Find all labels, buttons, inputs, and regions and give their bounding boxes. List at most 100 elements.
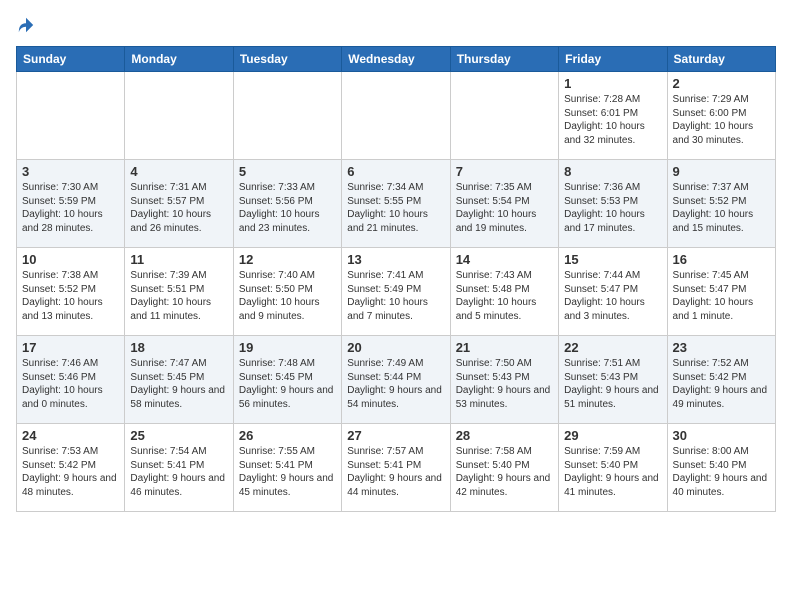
- calendar-cell: 18 Sunrise: 7:47 AM Sunset: 5:45 PM Dayli…: [125, 336, 233, 424]
- day-info: Sunrise: 7:47 AM Sunset: 5:45 PM Dayligh…: [130, 357, 227, 411]
- week-row-1: 3 Sunrise: 7:30 AM Sunset: 5:59 PM Daylig…: [17, 160, 776, 248]
- day-info: Sunrise: 7:33 AM Sunset: 5:56 PM Dayligh…: [239, 181, 336, 235]
- calendar-cell: [450, 72, 558, 160]
- day-info: Sunrise: 7:34 AM Sunset: 5:55 PM Dayligh…: [347, 181, 444, 235]
- logo-icon: [17, 16, 35, 34]
- day-info: Sunrise: 7:55 AM Sunset: 5:41 PM Dayligh…: [239, 445, 336, 499]
- day-number: 18: [130, 340, 227, 355]
- day-number: 17: [22, 340, 119, 355]
- weekday-header-monday: Monday: [125, 47, 233, 72]
- day-info: Sunrise: 7:50 AM Sunset: 5:43 PM Dayligh…: [456, 357, 553, 411]
- calendar-cell: 12Sunrise: 7:40 AM Sunset: 5:50 PM Dayli…: [233, 248, 341, 336]
- day-info: Sunrise: 7:35 AM Sunset: 5:54 PM Dayligh…: [456, 181, 553, 235]
- day-number: 6: [347, 164, 444, 179]
- calendar-cell: 25 Sunrise: 7:54 AM Sunset: 5:41 PM Dayli…: [125, 424, 233, 512]
- day-number: 4: [130, 164, 227, 179]
- calendar-cell: 30 Sunrise: 8:00 AM Sunset: 5:40 PM Dayli…: [667, 424, 775, 512]
- calendar-cell: 11 Sunrise: 7:39 AM Sunset: 5:51 PM Dayli…: [125, 248, 233, 336]
- calendar-cell: 29Sunrise: 7:59 AM Sunset: 5:40 PM Dayli…: [559, 424, 667, 512]
- day-info: Sunrise: 8:00 AM Sunset: 5:40 PM Dayligh…: [673, 445, 770, 499]
- day-info: Sunrise: 7:36 AM Sunset: 5:53 PM Dayligh…: [564, 181, 661, 235]
- day-info: Sunrise: 7:39 AM Sunset: 5:51 PM Dayligh…: [130, 269, 227, 323]
- day-number: 28: [456, 428, 553, 443]
- day-number: 27: [347, 428, 444, 443]
- logo: [16, 16, 36, 34]
- calendar-cell: [125, 72, 233, 160]
- page-header: [16, 16, 776, 34]
- calendar-cell: 3 Sunrise: 7:30 AM Sunset: 5:59 PM Daylig…: [17, 160, 125, 248]
- weekday-header-friday: Friday: [559, 47, 667, 72]
- calendar-cell: 19 Sunrise: 7:48 AM Sunset: 5:45 PM Dayli…: [233, 336, 341, 424]
- day-info: Sunrise: 7:46 AM Sunset: 5:46 PM Dayligh…: [22, 357, 119, 411]
- weekday-header-saturday: Saturday: [667, 47, 775, 72]
- calendar-cell: 8 Sunrise: 7:36 AM Sunset: 5:53 PM Daylig…: [559, 160, 667, 248]
- calendar-cell: 4Sunrise: 7:31 AM Sunset: 5:57 PM Daylig…: [125, 160, 233, 248]
- calendar-cell: 1 Sunrise: 7:28 AM Sunset: 6:01 PM Daylig…: [559, 72, 667, 160]
- day-number: 12: [239, 252, 336, 267]
- day-info: Sunrise: 7:59 AM Sunset: 5:40 PM Dayligh…: [564, 445, 661, 499]
- day-info: Sunrise: 7:49 AM Sunset: 5:44 PM Dayligh…: [347, 357, 444, 411]
- day-number: 22: [564, 340, 661, 355]
- day-info: Sunrise: 7:43 AM Sunset: 5:48 PM Dayligh…: [456, 269, 553, 323]
- day-number: 3: [22, 164, 119, 179]
- day-number: 7: [456, 164, 553, 179]
- day-number: 26: [239, 428, 336, 443]
- day-info: Sunrise: 7:30 AM Sunset: 5:59 PM Dayligh…: [22, 181, 119, 235]
- day-number: 24: [22, 428, 119, 443]
- calendar-cell: 2 Sunrise: 7:29 AM Sunset: 6:00 PM Daylig…: [667, 72, 775, 160]
- day-number: 16: [673, 252, 770, 267]
- day-info: Sunrise: 7:38 AM Sunset: 5:52 PM Dayligh…: [22, 269, 119, 323]
- day-number: 21: [456, 340, 553, 355]
- calendar-cell: 23Sunrise: 7:52 AM Sunset: 5:42 PM Dayli…: [667, 336, 775, 424]
- day-number: 9: [673, 164, 770, 179]
- calendar-cell: 26 Sunrise: 7:55 AM Sunset: 5:41 PM Dayli…: [233, 424, 341, 512]
- calendar-cell: 7 Sunrise: 7:35 AM Sunset: 5:54 PM Daylig…: [450, 160, 558, 248]
- day-number: 23: [673, 340, 770, 355]
- day-info: Sunrise: 7:44 AM Sunset: 5:47 PM Dayligh…: [564, 269, 661, 323]
- calendar-cell: 13Sunrise: 7:41 AM Sunset: 5:49 PM Dayli…: [342, 248, 450, 336]
- day-info: Sunrise: 7:54 AM Sunset: 5:41 PM Dayligh…: [130, 445, 227, 499]
- day-number: 20: [347, 340, 444, 355]
- day-info: Sunrise: 7:37 AM Sunset: 5:52 PM Dayligh…: [673, 181, 770, 235]
- day-info: Sunrise: 7:58 AM Sunset: 5:40 PM Dayligh…: [456, 445, 553, 499]
- day-info: Sunrise: 7:51 AM Sunset: 5:43 PM Dayligh…: [564, 357, 661, 411]
- day-info: Sunrise: 7:57 AM Sunset: 5:41 PM Dayligh…: [347, 445, 444, 499]
- weekday-header-wednesday: Wednesday: [342, 47, 450, 72]
- day-info: Sunrise: 7:48 AM Sunset: 5:45 PM Dayligh…: [239, 357, 336, 411]
- calendar-cell: 28 Sunrise: 7:58 AM Sunset: 5:40 PM Dayli…: [450, 424, 558, 512]
- calendar-cell: 16 Sunrise: 7:45 AM Sunset: 5:47 PM Dayli…: [667, 248, 775, 336]
- weekday-header-sunday: Sunday: [17, 47, 125, 72]
- weekday-header-thursday: Thursday: [450, 47, 558, 72]
- calendar-table: SundayMondayTuesdayWednesdayThursdayFrid…: [16, 46, 776, 512]
- calendar-cell: 21 Sunrise: 7:50 AM Sunset: 5:43 PM Dayli…: [450, 336, 558, 424]
- week-row-4: 24Sunrise: 7:53 AM Sunset: 5:42 PM Dayli…: [17, 424, 776, 512]
- calendar-cell: 6 Sunrise: 7:34 AM Sunset: 5:55 PM Daylig…: [342, 160, 450, 248]
- day-number: 8: [564, 164, 661, 179]
- day-number: 2: [673, 76, 770, 91]
- day-number: 19: [239, 340, 336, 355]
- calendar-cell: [17, 72, 125, 160]
- day-number: 13: [347, 252, 444, 267]
- day-info: Sunrise: 7:28 AM Sunset: 6:01 PM Dayligh…: [564, 93, 661, 147]
- week-row-0: 1 Sunrise: 7:28 AM Sunset: 6:01 PM Daylig…: [17, 72, 776, 160]
- calendar-cell: 22 Sunrise: 7:51 AM Sunset: 5:43 PM Dayli…: [559, 336, 667, 424]
- calendar-cell: 14 Sunrise: 7:43 AM Sunset: 5:48 PM Dayli…: [450, 248, 558, 336]
- day-info: Sunrise: 7:29 AM Sunset: 6:00 PM Dayligh…: [673, 93, 770, 147]
- calendar-cell: 17 Sunrise: 7:46 AM Sunset: 5:46 PM Dayli…: [17, 336, 125, 424]
- weekday-header-tuesday: Tuesday: [233, 47, 341, 72]
- day-number: 15: [564, 252, 661, 267]
- calendar-cell: 24Sunrise: 7:53 AM Sunset: 5:42 PM Dayli…: [17, 424, 125, 512]
- day-info: Sunrise: 7:45 AM Sunset: 5:47 PM Dayligh…: [673, 269, 770, 323]
- day-number: 11: [130, 252, 227, 267]
- day-number: 5: [239, 164, 336, 179]
- calendar-cell: 10Sunrise: 7:38 AM Sunset: 5:52 PM Dayli…: [17, 248, 125, 336]
- calendar-cell: [233, 72, 341, 160]
- day-number: 1: [564, 76, 661, 91]
- calendar-cell: 20 Sunrise: 7:49 AM Sunset: 5:44 PM Dayli…: [342, 336, 450, 424]
- day-number: 25: [130, 428, 227, 443]
- weekday-header-row: SundayMondayTuesdayWednesdayThursdayFrid…: [17, 47, 776, 72]
- calendar-cell: 15 Sunrise: 7:44 AM Sunset: 5:47 PM Dayli…: [559, 248, 667, 336]
- day-number: 14: [456, 252, 553, 267]
- calendar-cell: [342, 72, 450, 160]
- day-number: 30: [673, 428, 770, 443]
